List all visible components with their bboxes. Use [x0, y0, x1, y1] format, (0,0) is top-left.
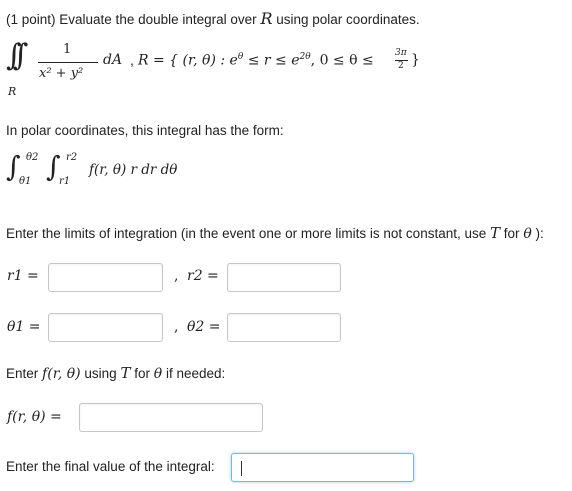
region-close-brace: } [411, 52, 420, 68]
polar-form-expression: ∫ θ2 θ1 ∫ r2 r1 f(r, θ) r dr dθ [6, 150, 266, 190]
double-integral-expression: ∫∫ R 1 x² + y² dA , R = { (r, θ) : eθ ≤ … [6, 36, 446, 100]
r2-input[interactable] [227, 263, 341, 292]
header-text: (1 point) Evaluate the double integral o… [6, 12, 257, 27]
region-letter: R [260, 9, 273, 28]
final-value-input[interactable] [231, 453, 414, 482]
f-input[interactable] [79, 403, 263, 432]
text-caret [241, 461, 242, 476]
r1-input[interactable] [48, 263, 163, 292]
T-symbol: T [490, 224, 501, 242]
r1-r2-separator: , [174, 268, 179, 284]
upper-frac-den: 2 [398, 61, 404, 71]
f-label: f(r, θ) = [7, 409, 62, 425]
region-comma: , [130, 52, 134, 68]
theta-symbol: θ [523, 226, 532, 242]
upper-frac-num: 3π [395, 48, 407, 58]
inner-upper-limit: r2 [66, 152, 78, 163]
polar-integrand: f(r, θ) r dr dθ [89, 162, 178, 178]
f-expression: f(r, θ) [42, 366, 81, 382]
region-definition: R = { (r, θ) : eθ ≤ r ≤ e2θ, 0 ≤ θ ≤ [138, 52, 374, 69]
outer-lower-limit: θ1 [19, 176, 32, 187]
fraction-numerator: 1 [63, 42, 72, 57]
integral-subscript-R: R [8, 85, 17, 98]
T-symbol-2: T [120, 364, 131, 382]
differential-dA: dA [103, 52, 123, 68]
polar-intro: In polar coordinates, this integral has … [6, 123, 284, 138]
header-end: using polar coordinates. [276, 12, 420, 27]
fraction-bar [38, 62, 98, 63]
theta2-label: θ2 = [187, 319, 221, 335]
r2-label: r2 = [187, 268, 219, 284]
theta1-theta2-separator: , [174, 319, 179, 335]
outer-upper-limit: θ2 [26, 152, 39, 163]
problem-header: (1 point) Evaluate the double integral o… [6, 9, 420, 28]
inner-lower-limit: r1 [59, 176, 71, 187]
double-integral-sign: ∫∫ [6, 38, 28, 73]
final-value-label: Enter the final value of the integral: [6, 459, 215, 474]
theta1-input[interactable] [48, 313, 163, 342]
theta2-input[interactable] [227, 313, 341, 342]
theta-symbol-2: θ [153, 366, 163, 382]
f-instruction: Enter f(r, θ) using T for θ if needed: [6, 364, 226, 382]
theta1-label: θ1 = [7, 319, 41, 335]
r1-label: r1 = [7, 268, 39, 284]
fraction-denominator: x² + y² [39, 66, 84, 81]
limits-instruction: Enter the limits of integration (in the … [6, 224, 544, 242]
